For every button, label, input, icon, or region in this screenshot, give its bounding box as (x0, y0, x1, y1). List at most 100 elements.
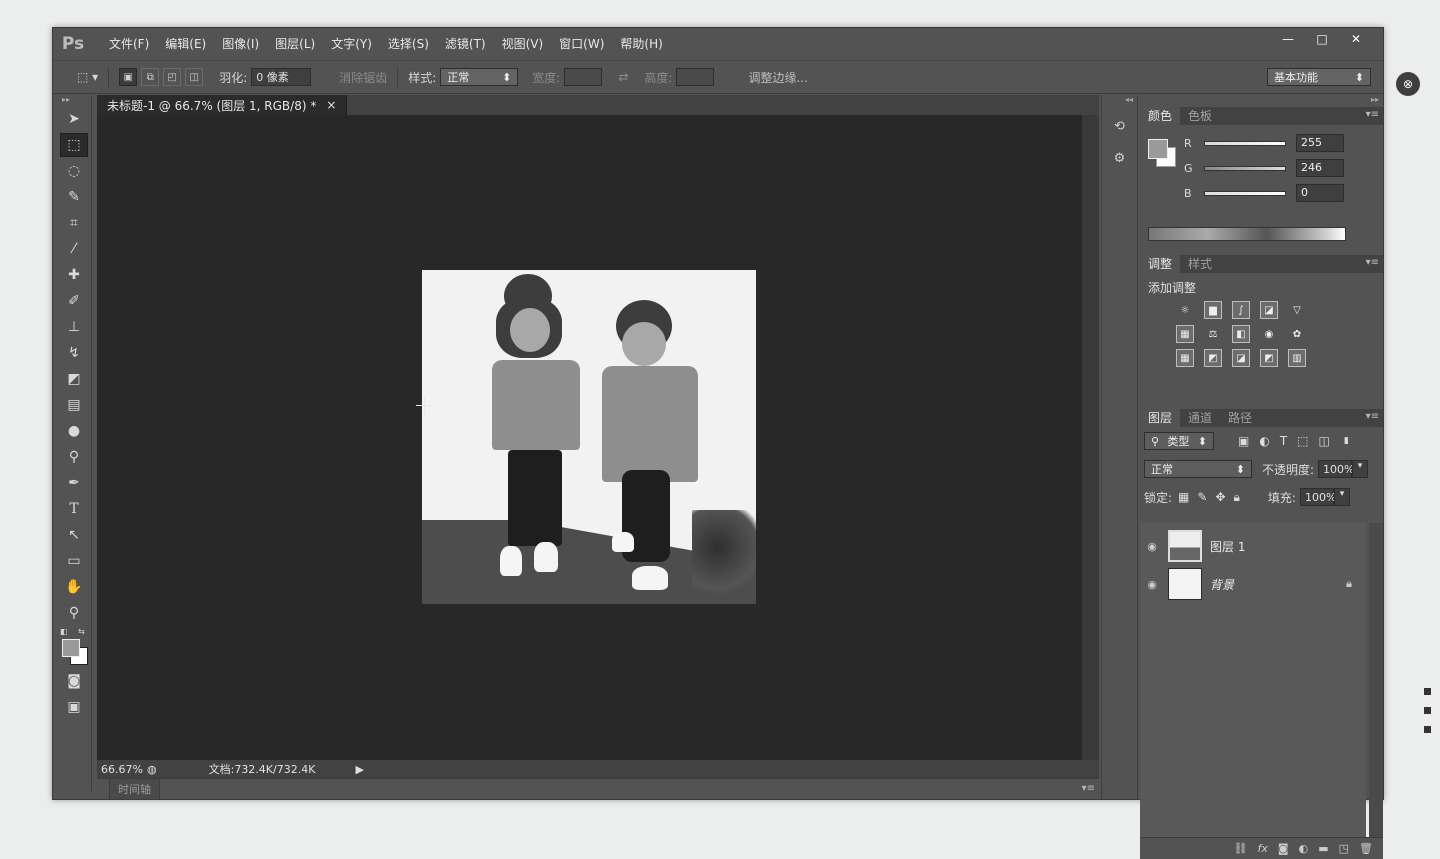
intersect-selection-icon[interactable]: ◫ (185, 68, 204, 86)
panel-menu-icon[interactable]: ▾≡ (1366, 109, 1379, 120)
history-panel-icon[interactable]: ⟲ (1107, 113, 1133, 139)
channel-mixer-icon[interactable]: ✿ (1288, 325, 1306, 343)
folder-icon[interactable]: ▬ (1318, 842, 1328, 855)
trash-icon[interactable]: 🗑︎ (1359, 842, 1373, 855)
antialias-checkbox[interactable]: 消除锯齿 (339, 69, 387, 86)
invert-icon[interactable]: ◩ (1204, 349, 1222, 367)
adjustment-icon[interactable]: ◐ (1299, 842, 1309, 855)
levels-icon[interactable]: ▆ (1204, 301, 1222, 319)
filter-smart-icon[interactable]: ◫ (1319, 434, 1330, 448)
tab-styles[interactable]: 样式 (1180, 255, 1220, 273)
marquee-preset-icon[interactable]: ⬚ ▾ (77, 70, 98, 84)
lock-transparent-icon[interactable]: ▦ (1178, 490, 1189, 504)
proof-icon[interactable]: ◍ (147, 763, 157, 776)
layer-name[interactable]: 图层 1 (1210, 538, 1245, 555)
type-tool-icon[interactable]: T (60, 497, 88, 521)
menu-layer[interactable]: 图层(L) (267, 28, 323, 60)
opacity-value[interactable]: 100% (1318, 460, 1355, 478)
color-fg-swatch[interactable] (1148, 139, 1168, 159)
menu-select[interactable]: 选择(S) (380, 28, 437, 60)
new-layer-icon[interactable]: ◳ (1339, 842, 1349, 855)
menu-file[interactable]: 文件(F) (101, 28, 157, 60)
tab-swatches[interactable]: 色板 (1180, 107, 1220, 125)
style-select[interactable]: 正常 ⬍ (440, 68, 519, 86)
layer-thumbnail[interactable] (1168, 568, 1202, 600)
color-balance-icon[interactable]: ⚖ (1204, 325, 1222, 343)
pen-tool-icon[interactable]: ✒ (60, 471, 88, 495)
menu-edit[interactable]: 编辑(E) (157, 28, 214, 60)
mask-icon[interactable]: ◙ (1278, 842, 1289, 855)
minimize-button[interactable]: — (1273, 30, 1303, 48)
zoom-tool-icon[interactable]: ⚲ (60, 601, 88, 625)
dodge-tool-icon[interactable]: ⚲ (60, 445, 88, 469)
history-brush-icon[interactable]: ↯ (60, 341, 88, 365)
close-button[interactable]: ✕ (1341, 30, 1371, 48)
quick-select-tool-icon[interactable]: ✎ (60, 185, 88, 209)
filter-toggle-icon[interactable]: ▮ (1344, 436, 1349, 446)
eyedropper-tool-icon[interactable]: ⁄ (60, 237, 88, 261)
posterize-icon[interactable]: ◪ (1232, 349, 1250, 367)
path-select-tool-icon[interactable]: ↖ (60, 523, 88, 547)
exposure-icon[interactable]: ◪ (1260, 301, 1278, 319)
menu-filter[interactable]: 滤镜(T) (437, 28, 494, 60)
close-tab-icon[interactable]: × (326, 98, 336, 112)
fill-dropdown-icon[interactable]: ▾ (1333, 488, 1350, 506)
vibrance-icon[interactable]: ▽ (1288, 301, 1306, 319)
panel-menu-icon[interactable]: ▾≡ (1366, 257, 1379, 268)
photo-filter-icon[interactable]: ◉ (1260, 325, 1278, 343)
menu-help[interactable]: 帮助(H) (612, 28, 670, 60)
swap-colors-icon[interactable]: ⇆ (78, 627, 85, 636)
gradient-tool-icon[interactable]: ▤ (60, 393, 88, 417)
tab-adjustments[interactable]: 调整 (1140, 255, 1181, 273)
eraser-tool-icon[interactable]: ◩ (60, 367, 88, 391)
canvas-area[interactable] (97, 115, 1082, 760)
tab-color[interactable]: 颜色 (1140, 107, 1181, 125)
lasso-tool-icon[interactable]: ◌ (60, 159, 88, 183)
panel-menu-icon[interactable]: ▾≡ (1366, 411, 1379, 422)
properties-panel-icon[interactable]: ⚙ (1107, 145, 1133, 171)
canvas-vertical-scrollbar[interactable] (1082, 115, 1099, 760)
color-swatches[interactable]: ◧ ⇆ (60, 627, 90, 667)
layer-name[interactable]: 背景 (1210, 576, 1234, 593)
visibility-eye-icon[interactable]: ◉ (1140, 540, 1164, 553)
foreground-color-swatch[interactable] (62, 639, 80, 657)
workspace-select[interactable]: 基本功能 ⬍ (1267, 68, 1371, 86)
status-menu-arrow-icon[interactable]: ▶ (355, 763, 363, 776)
black-white-icon[interactable]: ◧ (1232, 325, 1250, 343)
filter-type-icon[interactable]: T (1280, 434, 1287, 448)
swap-icon[interactable]: ⇄ (618, 70, 628, 84)
stamp-tool-icon[interactable]: ⊥ (60, 315, 88, 339)
marquee-tool-icon[interactable]: ⬚ (60, 133, 88, 157)
quick-mask-icon[interactable]: ◙ (60, 669, 88, 693)
link-icon[interactable]: ⛓ (1234, 842, 1248, 855)
filter-pixel-icon[interactable]: ▣ (1238, 434, 1249, 448)
maximize-button[interactable]: □ (1307, 30, 1337, 48)
lock-all-icon[interactable]: 🔒︎ (1234, 490, 1240, 505)
lock-brush-icon[interactable]: ✎ (1197, 490, 1207, 504)
brush-tool-icon[interactable]: ✐ (60, 289, 88, 313)
opacity-dropdown-icon[interactable]: ▾ (1352, 460, 1369, 478)
color-spectrum[interactable] (1148, 227, 1346, 241)
filter-adjust-icon[interactable]: ◐ (1259, 434, 1269, 448)
layer-thumbnail[interactable] (1168, 530, 1202, 562)
dock-collapse-icon[interactable]: ◂◂ (1102, 95, 1137, 107)
menu-view[interactable]: 视图(V) (494, 28, 552, 60)
move-tool-icon[interactable]: ➤ (60, 107, 88, 131)
filter-shape-icon[interactable]: ⬚ (1297, 434, 1308, 448)
menu-type[interactable]: 文字(Y) (323, 28, 380, 60)
layers-scrollbar[interactable] (1369, 523, 1383, 837)
document-tab[interactable]: 未标题-1 @ 66.7% (图层 1, RGB/8) * × (97, 95, 348, 115)
hue-saturation-icon[interactable]: ▦ (1176, 325, 1194, 343)
timeline-menu-icon[interactable]: ▾≡ (1082, 783, 1095, 794)
r-slider[interactable] (1204, 140, 1286, 146)
healing-tool-icon[interactable]: ✚ (60, 263, 88, 287)
hand-tool-icon[interactable]: ✋ (60, 575, 88, 599)
g-slider[interactable] (1204, 165, 1286, 171)
menu-window[interactable]: 窗口(W) (551, 28, 612, 60)
new-selection-icon[interactable]: ▣ (119, 68, 138, 86)
crop-tool-icon[interactable]: ⌗ (60, 211, 88, 235)
curves-icon[interactable]: ∫ (1232, 301, 1250, 319)
default-colors-icon[interactable]: ◧ (60, 627, 68, 636)
filter-kind-select[interactable]: ⚲ 类型 ⬍ (1144, 432, 1214, 450)
screen-mode-icon[interactable]: ▣ (60, 695, 88, 719)
